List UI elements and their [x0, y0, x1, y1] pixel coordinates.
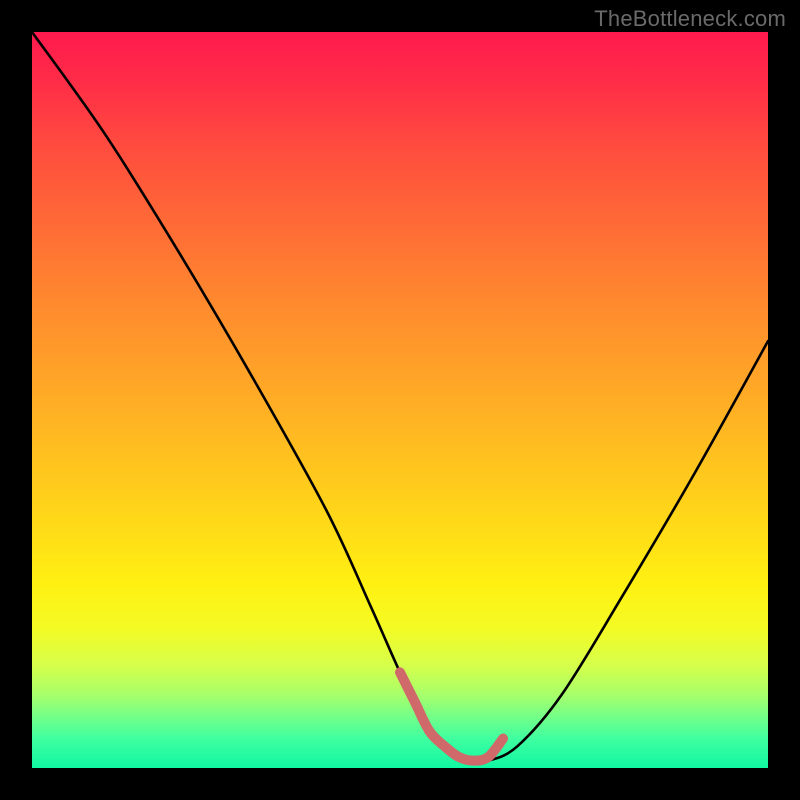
plot-area	[32, 32, 768, 768]
bottleneck-curve-path	[32, 32, 768, 762]
watermark-text: TheBottleneck.com	[594, 6, 786, 32]
chart-frame: TheBottleneck.com	[0, 0, 800, 800]
optimal-band-path	[400, 672, 503, 760]
curve-svg	[32, 32, 768, 768]
